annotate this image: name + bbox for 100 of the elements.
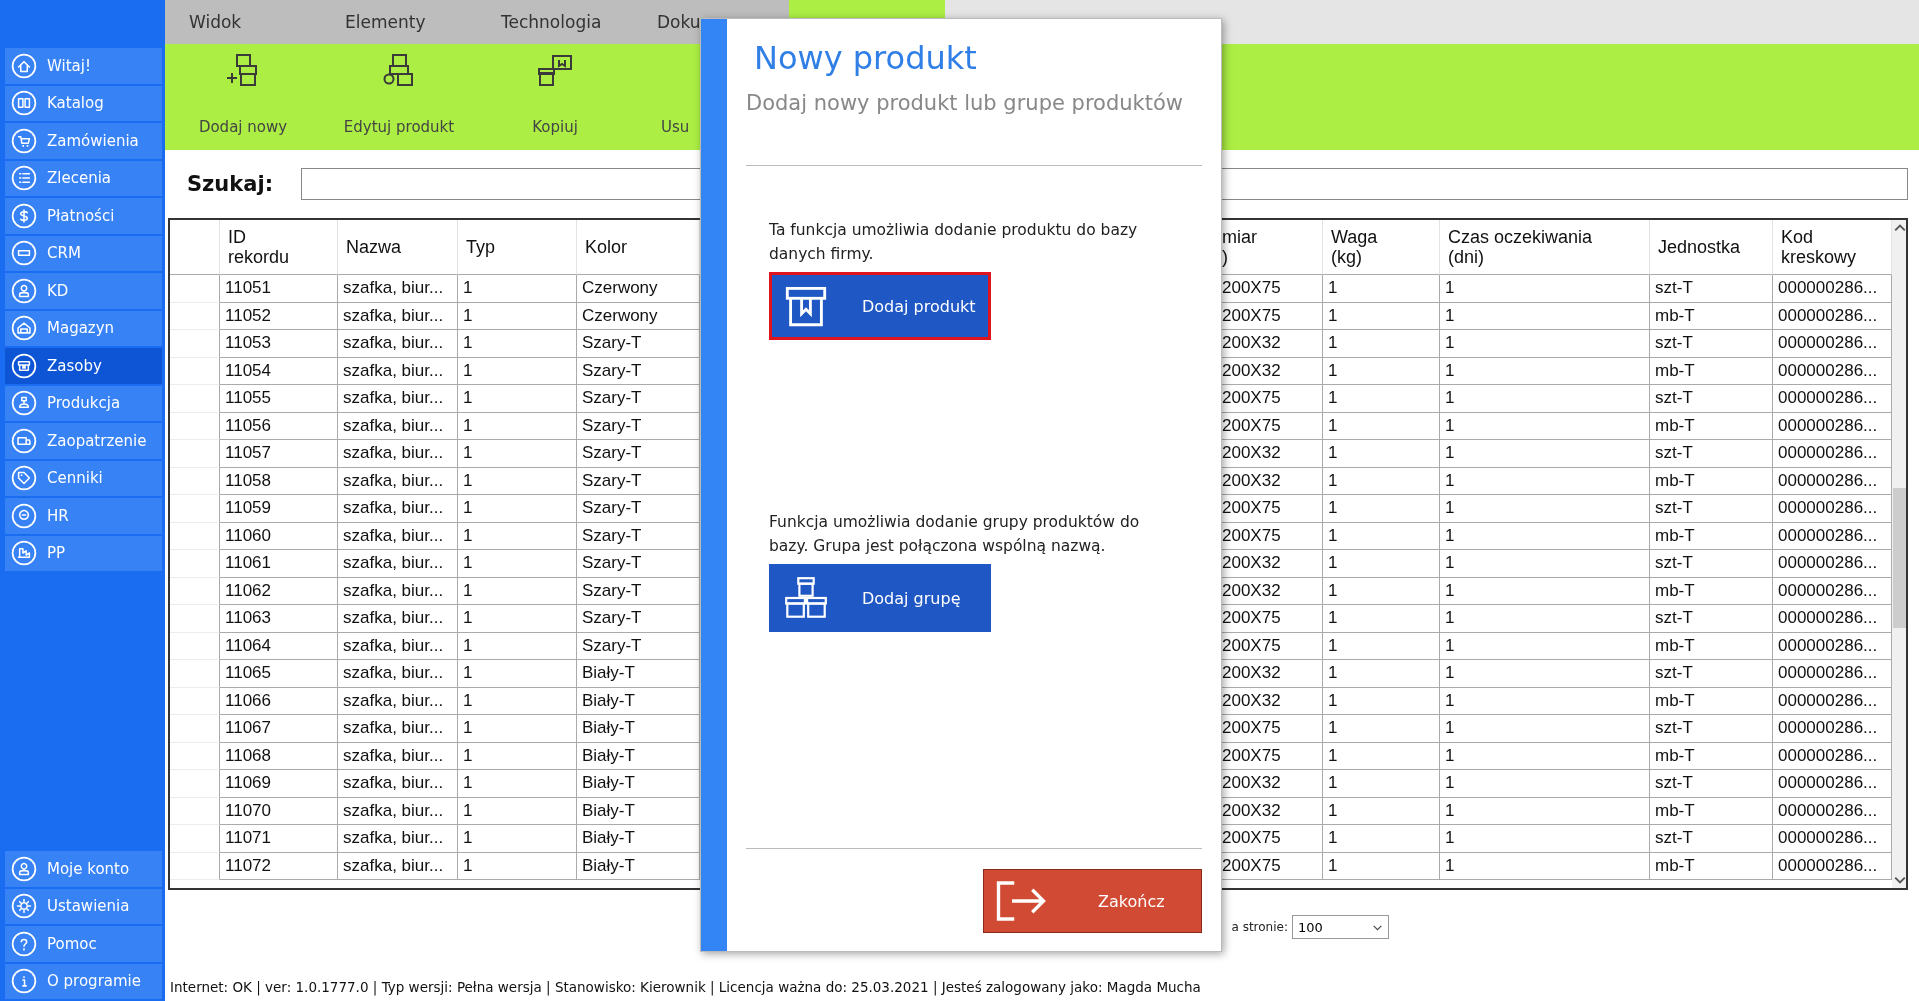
table-cell: 1 — [1323, 467, 1440, 495]
table-cell: 1 — [1440, 275, 1650, 303]
table-cell: 1 — [458, 605, 577, 633]
table-cell: 1 — [1440, 330, 1650, 358]
table-cell: 11069 — [220, 770, 338, 798]
table-cell: 11066 — [220, 687, 338, 715]
table-cell: 1 — [1323, 412, 1440, 440]
table-cell: 1 — [1323, 742, 1440, 770]
table-cell: mb-T — [1650, 742, 1773, 770]
table-cell: szafka, biur... — [338, 797, 458, 825]
table-cell: szt-T — [1650, 330, 1773, 358]
table-cell: 1 — [458, 660, 577, 688]
table-cell: szafka, biur... — [338, 412, 458, 440]
table-cell: mb-T — [1650, 522, 1773, 550]
table-cell: szafka, biur... — [338, 357, 458, 385]
table-cell: 11058 — [220, 467, 338, 495]
table-cell: 11060 — [220, 522, 338, 550]
table-cell: szafka, biur... — [338, 302, 458, 330]
table-cell: 1 — [458, 330, 577, 358]
table-cell: 11051 — [220, 275, 338, 303]
table-cell: 1 — [1440, 687, 1650, 715]
table-cell: 1 — [1323, 605, 1440, 633]
table-cell: 1 — [458, 715, 577, 743]
table-cell: 1 — [1440, 495, 1650, 523]
table-cell: mb-T — [1650, 852, 1773, 880]
table-cell: 1 — [458, 577, 577, 605]
table-cell: szt-T — [1650, 770, 1773, 798]
dialog-title: Nowy produkt — [753, 39, 978, 77]
table-cell: 1 — [458, 632, 577, 660]
option-description: Funkcja umożliwia dodanie grupy produktów do bazy. Grupa jest połączona wspólną nazwą. — [769, 512, 1141, 557]
table-cell: 1 — [1440, 632, 1650, 660]
table-cell: mb-T — [1650, 357, 1773, 385]
table-cell: 1 — [1323, 302, 1440, 330]
table-cell: szafka, biur... — [338, 605, 458, 633]
table-cell: szafka, biur... — [338, 852, 458, 880]
table-cell: mb-T — [1650, 632, 1773, 660]
table-cell: szafka, biur... — [338, 495, 458, 523]
table-cell: szafka, biur... — [338, 385, 458, 413]
table-cell: szafka, biur... — [338, 742, 458, 770]
table-cell: szafka, biur... — [338, 550, 458, 578]
table-cell: 11061 — [220, 550, 338, 578]
table-cell: 1 — [458, 302, 577, 330]
table-cell: 11055 — [220, 385, 338, 413]
table-cell: 11071 — [220, 825, 338, 853]
table-cell: 1 — [1440, 797, 1650, 825]
table-cell: 1 — [458, 357, 577, 385]
table-cell: 11057 — [220, 440, 338, 468]
table-cell: szafka, biur... — [338, 660, 458, 688]
table-cell: szt-T — [1650, 275, 1773, 303]
table-cell: 11065 — [220, 660, 338, 688]
table-cell: mb-T — [1650, 467, 1773, 495]
table-cell: szafka, biur... — [338, 577, 458, 605]
table-cell: 1 — [1323, 330, 1440, 358]
table-cell: 1 — [1440, 852, 1650, 880]
table-cell: 1 — [1323, 357, 1440, 385]
table-cell: 1 — [1323, 825, 1440, 853]
table-cell: 1 — [458, 440, 577, 468]
table-cell: szt-T — [1650, 825, 1773, 853]
dialog-subtitle: Dodaj nowy produkt lub grupe produktów — [746, 91, 1184, 115]
table-cell: szt-T — [1650, 715, 1773, 743]
table-cell: 1 — [458, 275, 577, 303]
table-cell: 11056 — [220, 412, 338, 440]
table-cell: 1 — [1323, 522, 1440, 550]
table-cell: szt-T — [1650, 495, 1773, 523]
table-cell: szt-T — [1650, 385, 1773, 413]
table-cell: szafka, biur... — [338, 770, 458, 798]
table-cell: szafka, biur... — [338, 825, 458, 853]
table-cell: szafka, biur... — [338, 467, 458, 495]
table-cell: 11072 — [220, 852, 338, 880]
table-cell: 1 — [1440, 550, 1650, 578]
table-cell: 1 — [1440, 467, 1650, 495]
table-cell: szafka, biur... — [338, 632, 458, 660]
table-cell: 1 — [1440, 605, 1650, 633]
table-cell: szafka, biur... — [338, 715, 458, 743]
table-cell: 1 — [458, 770, 577, 798]
page-size-label: a stronie: — [1231, 920, 1288, 934]
table-cell: 1 — [1440, 357, 1650, 385]
table-cell: 1 — [1323, 687, 1440, 715]
table-cell: mb-T — [1650, 797, 1773, 825]
table-cell: szafka, biur... — [338, 687, 458, 715]
table-cell: 1 — [1323, 770, 1440, 798]
table-cell: 1 — [458, 852, 577, 880]
table-cell: 11068 — [220, 742, 338, 770]
table-cell: 1 — [458, 742, 577, 770]
table-cell: 1 — [1323, 715, 1440, 743]
table-cell: 1 — [458, 687, 577, 715]
table-cell: 1 — [1440, 742, 1650, 770]
table-cell: 11052 — [220, 302, 338, 330]
table-cell: 1 — [458, 385, 577, 413]
table-cell: 1 — [458, 467, 577, 495]
table-cell: 1 — [458, 522, 577, 550]
status-text: Internet: OK | ver: 1.0.1777.0 | Typ wersji: Pełna wersja | Stanowisko: Kierownik | Licencja ważna do: 25.03.2021 | Jesteś zalogowany jako: Magda Mucha — [169, 979, 1202, 998]
table-cell: 11062 — [220, 577, 338, 605]
table-cell: 1 — [1440, 440, 1650, 468]
table-cell: 11063 — [220, 605, 338, 633]
table-cell: szt-T — [1650, 605, 1773, 633]
table-cell: 11059 — [220, 495, 338, 523]
table-cell: 1 — [458, 495, 577, 523]
table-cell: 1 — [1440, 770, 1650, 798]
table-cell: 1 — [1323, 660, 1440, 688]
